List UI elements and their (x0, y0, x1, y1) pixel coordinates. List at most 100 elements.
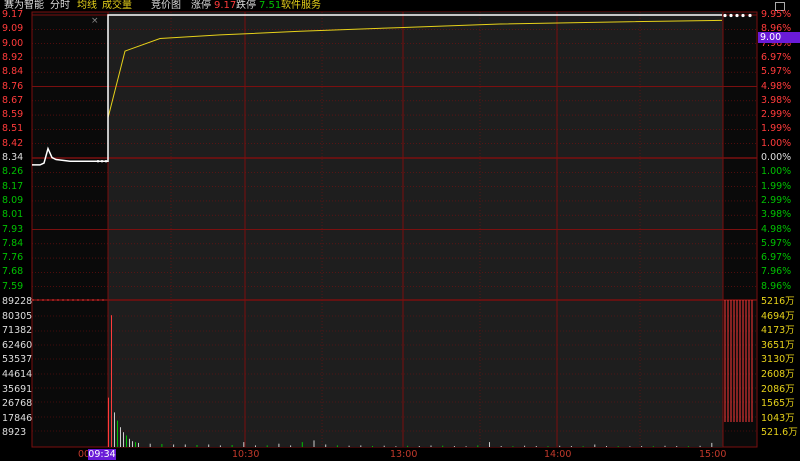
auction-dot (748, 13, 752, 18)
volume-bar (243, 442, 245, 447)
auction-dot (96, 160, 100, 163)
volume-bar (129, 438, 130, 447)
volume-bar (442, 445, 444, 447)
pct-tick-label: 0.00% (761, 152, 792, 163)
volume-bar (301, 442, 303, 447)
volume-bar (512, 446, 514, 447)
volume-tick-label: 8923 (2, 427, 27, 439)
volume-tick-label: 17846 (2, 412, 33, 424)
time-tick-label: 10:30 (232, 449, 260, 460)
volume-tick-label: 89228 (2, 296, 33, 307)
volume-bar (676, 446, 678, 447)
timeshare-chart[interactable] (0, 0, 800, 461)
volume-tick-label: 44614 (2, 369, 33, 380)
volume-bar (348, 445, 350, 447)
auction-dot (729, 13, 733, 18)
volume-bar (325, 444, 327, 447)
amount-tick-label: 521.6万 (761, 427, 798, 439)
amount-tick-label: 5216万 (761, 296, 795, 307)
current-time-tag: 09:34 (88, 449, 116, 460)
price-tick-label: 8.59 (2, 109, 24, 121)
price-tick-label: 7.59 (2, 280, 24, 292)
pct-tick-label: 3.98% (761, 209, 792, 221)
pct-tick-label: 4.98% (761, 223, 792, 235)
auction-dot (723, 13, 727, 18)
price-tick-label: 9.00 (2, 37, 24, 49)
volume-bar (430, 445, 432, 447)
volume-bar (208, 444, 210, 447)
volume-bar (196, 445, 198, 447)
volume-bar (184, 444, 186, 447)
volume-bar (500, 446, 502, 447)
volume-bar (407, 445, 409, 447)
volume-bar (453, 446, 455, 447)
price-tick-label: 8.34 (2, 152, 24, 163)
volume-bar (132, 441, 133, 447)
volume-tick-label: 71382 (2, 325, 33, 337)
volume-bar (313, 440, 315, 447)
price-tick-label: 7.68 (2, 266, 24, 278)
price-tick-label: 8.76 (2, 80, 24, 92)
volume-bar (489, 442, 490, 447)
price-tick-label: 8.51 (2, 123, 24, 135)
pct-tick-label: 5.97% (761, 237, 792, 249)
volume-bar (360, 445, 362, 447)
volume-bar (477, 445, 479, 447)
pct-tick-label: 8.96% (761, 280, 792, 292)
volume-tick-label: 53537 (2, 354, 33, 366)
volume-bar (149, 443, 151, 447)
volume-bar (606, 446, 607, 447)
volume-bar (711, 442, 713, 447)
volume-bar (123, 432, 124, 447)
price-tick-label: 8.01 (2, 209, 24, 221)
pct-tick-label: 2.99% (761, 109, 792, 121)
volume-bar (161, 444, 163, 447)
chart-grid (31, 11, 758, 448)
pct-tick-label: 6.97% (761, 51, 792, 63)
price-tick-label: 8.92 (2, 51, 24, 63)
amount-tick-label: 4173万 (761, 325, 795, 337)
volume-bar (290, 445, 292, 447)
time-tick-label: 15:00 (699, 449, 727, 460)
volume-bar (219, 445, 221, 447)
volume-bar (594, 444, 596, 447)
volume-area-bg (108, 300, 723, 447)
auction-dot (741, 13, 745, 18)
amount-tick-label: 2086万 (761, 383, 795, 395)
volume-bar (231, 445, 233, 447)
pct-tick-label: 3.98% (761, 94, 792, 106)
price-tick-label: 9.17 (2, 9, 24, 20)
price-tick-label: 7.93 (2, 223, 24, 235)
auction-dot (735, 13, 739, 18)
volume-bar (641, 446, 643, 447)
volume-bar (120, 427, 121, 447)
price-tick-label: 8.42 (2, 137, 24, 149)
volume-bar (629, 446, 631, 447)
volume-bar (699, 445, 701, 447)
volume-tick-label: 35691 (2, 383, 33, 395)
volume-tick-label: 80305 (2, 310, 33, 322)
volume-bar (266, 445, 268, 447)
volume-bar (418, 446, 420, 447)
volume-bar (395, 446, 397, 447)
volume-bar (114, 412, 115, 447)
close-icon[interactable]: × (91, 17, 99, 26)
volume-tick-label: 62460 (2, 339, 33, 351)
volume-bar (559, 445, 561, 447)
volume-bar (570, 446, 572, 447)
pct-tick-label: 2.99% (761, 194, 792, 206)
pct-tick-label: 4.98% (761, 80, 792, 92)
price-tick-label: 8.67 (2, 94, 24, 106)
price-tick-label: 8.09 (2, 194, 24, 206)
volume-bar (465, 446, 467, 447)
price-tick-label: 8.26 (2, 166, 24, 178)
volume-bar (336, 445, 338, 447)
volume-bar (524, 445, 526, 447)
pct-tick-label: 9.95% (761, 9, 792, 20)
price-tick-label: 8.84 (2, 66, 24, 78)
trading-area-bg (108, 12, 723, 300)
amount-tick-label: 3130万 (761, 354, 795, 366)
volume-bar (138, 442, 139, 447)
volume-bar (108, 397, 109, 447)
pct-tick-label: 6.97% (761, 252, 792, 264)
